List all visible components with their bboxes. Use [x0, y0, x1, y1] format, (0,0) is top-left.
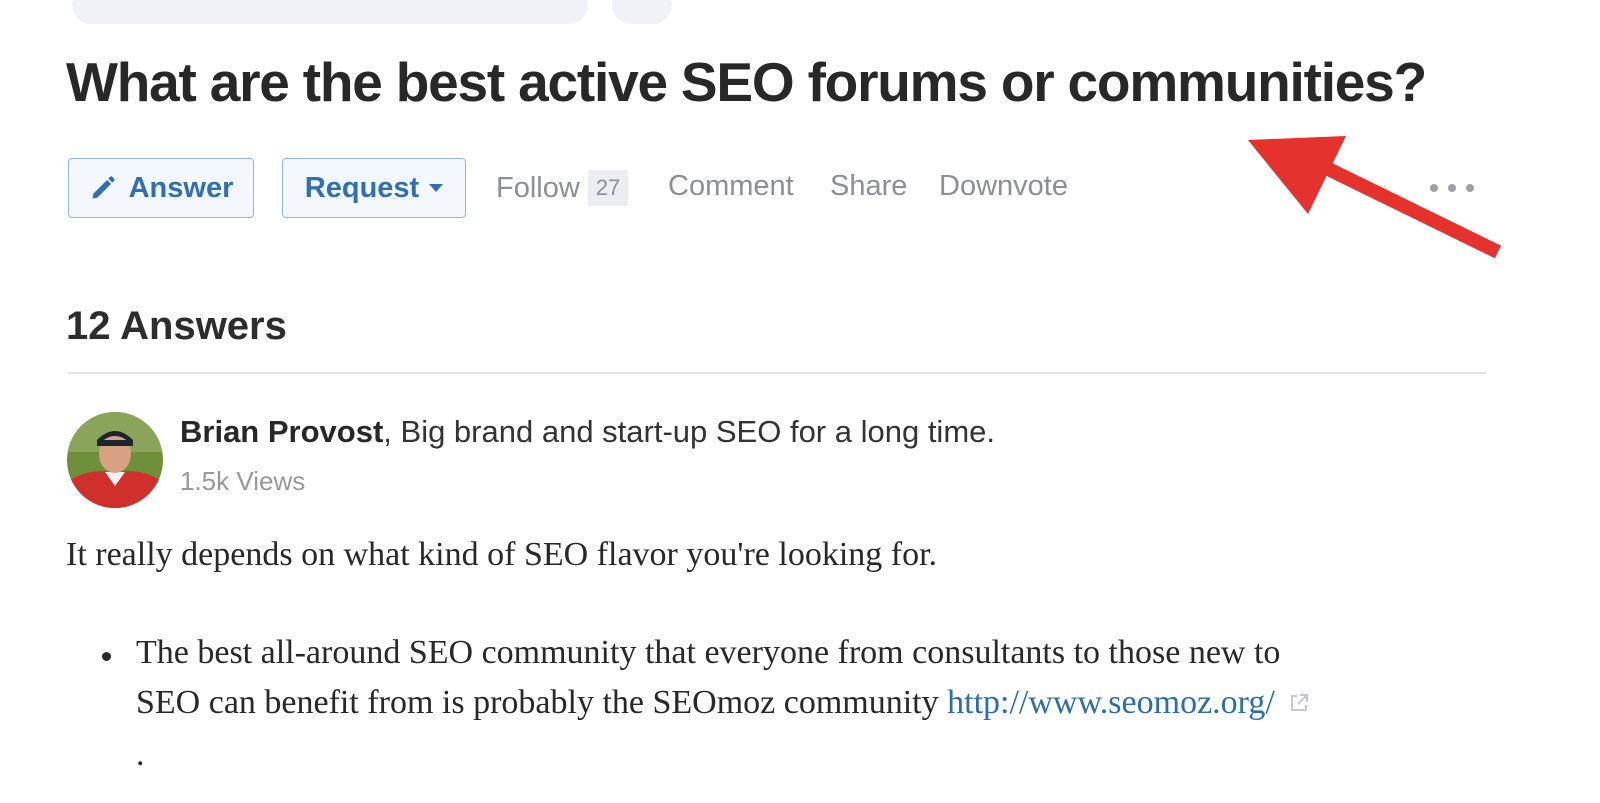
- external-link-icon[interactable]: [1287, 691, 1311, 715]
- answer-button[interactable]: Answer: [68, 158, 254, 218]
- answer-paragraph: It really depends on what kind of SEO fl…: [66, 536, 938, 573]
- request-button-label: Request: [304, 171, 420, 204]
- answer-button-label: Answer: [128, 171, 234, 204]
- author-name-link[interactable]: Brian Provost: [180, 414, 383, 449]
- seomoz-link[interactable]: http://www.seomoz.org/: [947, 684, 1275, 721]
- follow-button[interactable]: Follow 27: [496, 170, 629, 206]
- bullet-text-line-2: SEO can benefit from is probably the SEO…: [136, 684, 1311, 722]
- bullet-text-line-1: The best all-around SEO community that e…: [136, 634, 1281, 671]
- author-photo: [67, 412, 163, 508]
- answers-count-heading: 12 Answers: [66, 304, 287, 348]
- author-credential: Big brand and start-up SEO for a long ti…: [400, 414, 995, 449]
- red-arrow-annotation: [1248, 136, 1502, 259]
- bullet-point-icon: [102, 652, 111, 661]
- comment-button[interactable]: Comment: [668, 170, 794, 203]
- avatar[interactable]: [67, 412, 163, 508]
- chevron-down-icon: [429, 184, 444, 192]
- author-line: Brian Provost, Big brand and start-up SE…: [180, 414, 995, 450]
- bullet-text-end: .: [136, 736, 145, 773]
- divider: [68, 372, 1486, 374]
- pencil-icon: [92, 176, 115, 199]
- topic-tag-pill-small[interactable]: [612, 0, 672, 24]
- request-button[interactable]: Request: [282, 158, 466, 218]
- bullet-text: SEO can benefit from is probably the SEO…: [136, 684, 948, 721]
- author-separator: ,: [383, 414, 401, 449]
- question-title: What are the best active SEO forums or c…: [66, 51, 1427, 113]
- follow-label: Follow: [496, 172, 580, 204]
- view-count: 1.5k Views: [180, 466, 306, 496]
- share-button[interactable]: Share: [830, 170, 907, 203]
- follow-count-badge: 27: [587, 170, 629, 206]
- downvote-button[interactable]: Downvote: [939, 170, 1068, 203]
- topic-tag-pill[interactable]: [72, 0, 588, 24]
